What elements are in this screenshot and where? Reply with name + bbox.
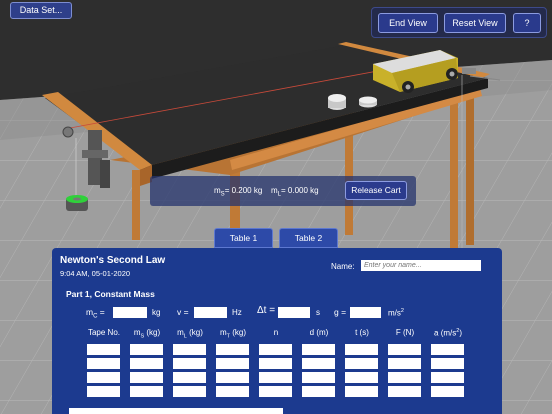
table-cell[interactable] <box>130 344 163 355</box>
table-cell[interactable] <box>87 372 120 383</box>
dt-field[interactable] <box>278 307 310 318</box>
col-ms-main: m <box>133 328 141 337</box>
tab-table-2[interactable]: Table 2 <box>279 228 338 248</box>
mc-unit: kg <box>152 308 161 317</box>
mc-field[interactable] <box>113 307 147 318</box>
table-cell[interactable] <box>345 344 378 355</box>
col-ms: mS (kg) <box>123 328 171 340</box>
table-cell[interactable] <box>173 372 206 383</box>
table-leg <box>132 170 140 240</box>
worksheet-panel: Newton's Second Law 9:04 AM, 05-01-2020 … <box>52 248 502 414</box>
table-cell[interactable] <box>345 372 378 383</box>
table-cell[interactable] <box>130 386 163 397</box>
col-mt: mT (kg) <box>209 328 257 340</box>
suspended-mass-readout: mS= 0.200 kg <box>214 186 262 198</box>
sheet-title: Newton's Second Law <box>60 255 166 266</box>
table-cell[interactable] <box>130 358 163 369</box>
table-cell[interactable] <box>388 372 421 383</box>
mc-label: mC = <box>86 307 105 320</box>
table-cell[interactable] <box>345 386 378 397</box>
table-cell[interactable] <box>173 386 206 397</box>
release-cart-button[interactable]: Release Cart <box>345 181 407 200</box>
v-unit: Hz <box>232 308 242 317</box>
table-cell[interactable] <box>130 372 163 383</box>
g-label: g = <box>334 307 347 317</box>
col-mt-tail: (kg) <box>230 328 247 337</box>
table-cell[interactable] <box>388 386 421 397</box>
table-leg <box>466 95 474 245</box>
table-cell[interactable] <box>216 358 249 369</box>
g-unit-text: m/s <box>388 308 401 318</box>
release-panel: mS= 0.200 kg mL= 0.000 kg Release Cart <box>150 176 416 206</box>
load-mass-readout: mL= 0.000 kg <box>271 186 319 198</box>
dt-label: Δt = <box>257 305 276 316</box>
col-a-tail: ) <box>459 328 462 338</box>
pulley-icon <box>62 126 74 138</box>
col-mt-main: m <box>219 328 227 337</box>
table-cell[interactable] <box>302 358 335 369</box>
col-a: a (m/s2) <box>424 328 472 338</box>
g-unit-sup: 2 <box>400 308 404 314</box>
v-field[interactable] <box>194 307 227 318</box>
v-label: v = <box>177 307 189 317</box>
data-set-button[interactable]: Data Set... <box>10 2 72 19</box>
table-cell[interactable] <box>431 386 464 397</box>
col-ml-tail: (kg) <box>186 328 203 337</box>
table-cell[interactable] <box>388 344 421 355</box>
table-cell[interactable] <box>345 358 378 369</box>
notes-field[interactable] <box>69 408 283 414</box>
help-button[interactable]: ? <box>513 13 541 33</box>
table-cell[interactable] <box>173 358 206 369</box>
table-cell[interactable] <box>259 344 292 355</box>
table-cell[interactable] <box>173 344 206 355</box>
tab-table-1[interactable]: Table 1 <box>214 228 273 248</box>
ms-value: = 0.200 kg <box>224 186 263 195</box>
table-cell[interactable] <box>87 358 120 369</box>
table-cell[interactable] <box>302 372 335 383</box>
ml-value: = 0.000 kg <box>281 186 319 195</box>
table-cell[interactable] <box>388 358 421 369</box>
table-cell[interactable] <box>302 344 335 355</box>
end-view-button[interactable]: End View <box>378 13 438 33</box>
reset-view-button[interactable]: Reset View <box>444 13 506 33</box>
view-toolbar: End View Reset View ? <box>371 7 547 38</box>
col-a-main: a (m/s <box>434 328 457 338</box>
table-cell[interactable] <box>87 344 120 355</box>
part-title: Part 1, Constant Mass <box>66 289 155 299</box>
col-ml: mL (kg) <box>166 328 214 340</box>
col-t: t (s) <box>355 328 369 337</box>
table-cell[interactable] <box>259 386 292 397</box>
table-cell[interactable] <box>216 344 249 355</box>
dt-unit: s <box>316 308 320 317</box>
table-cell[interactable] <box>259 372 292 383</box>
table-cell[interactable] <box>216 386 249 397</box>
col-tape-no: Tape No. <box>87 328 121 337</box>
g-unit: m/s2 <box>388 308 404 318</box>
name-label: Name: <box>331 262 355 271</box>
table-cell[interactable] <box>87 386 120 397</box>
mc-eq: = <box>97 307 105 317</box>
name-input[interactable] <box>361 260 481 271</box>
table-cell[interactable] <box>431 344 464 355</box>
ms-label: m <box>214 186 221 195</box>
col-f: F (N) <box>395 328 415 337</box>
table-cell[interactable] <box>431 372 464 383</box>
col-d: d (m) <box>309 328 329 337</box>
sheet-timestamp: 9:04 AM, 05-01-2020 <box>60 269 131 278</box>
table-cell[interactable] <box>216 372 249 383</box>
col-ms-tail: (kg) <box>144 328 161 337</box>
col-n: n <box>273 328 279 337</box>
table-cell[interactable] <box>431 358 464 369</box>
col-ml-main: m <box>177 328 184 337</box>
ml-label: m <box>271 186 278 195</box>
table-cell[interactable] <box>302 386 335 397</box>
g-field[interactable] <box>350 307 381 318</box>
table-cell[interactable] <box>259 358 292 369</box>
table-leg <box>450 95 458 255</box>
